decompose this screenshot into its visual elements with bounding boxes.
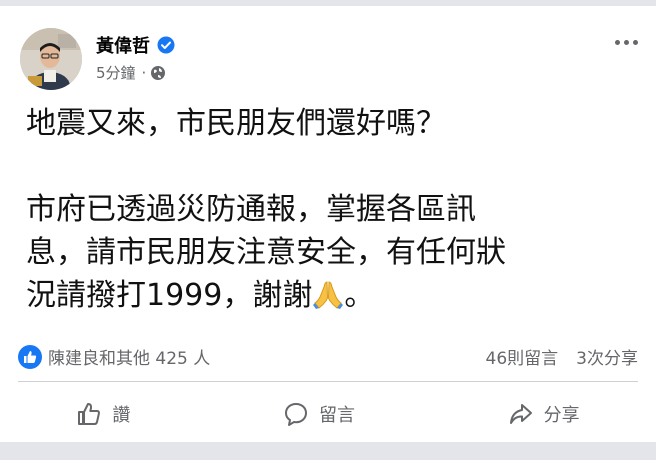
folded-hands-emoji bbox=[312, 278, 344, 309]
reactions-bar: 陳建良和其他 425 人 46則留言 3次分享 bbox=[18, 344, 638, 369]
comment-count[interactable]: 46則留言 bbox=[486, 344, 559, 369]
like-reaction-icon bbox=[18, 344, 42, 369]
post-text-line: 市府已透過災防通報，掌握各區訊 bbox=[26, 192, 476, 227]
action-bar: 讚 留言 分享 bbox=[0, 390, 656, 438]
comment-button-label: 留言 bbox=[318, 405, 355, 426]
post-body: 地震又來，市民朋友們還好嗎？ 市府已透過災防通報，掌握各區訊 息，請市民朋友注意… bbox=[26, 102, 638, 317]
post-meta: 5分鐘 · bbox=[96, 62, 166, 83]
share-button[interactable]: 分享 bbox=[494, 395, 594, 433]
more-options-icon[interactable] bbox=[615, 40, 638, 45]
thumbs-up-icon bbox=[78, 403, 101, 425]
reaction-summary[interactable]: 陳建良和其他 425 人 bbox=[18, 344, 210, 369]
author-row: 黃偉哲 bbox=[96, 32, 175, 58]
reaction-summary-text: 陳建良和其他 425 人 bbox=[48, 349, 211, 369]
avatar[interactable] bbox=[20, 28, 82, 90]
meta-separator: · bbox=[141, 63, 147, 82]
post-text-line: 地震又來，市民朋友們還好嗎？ bbox=[26, 106, 446, 141]
verified-badge-icon bbox=[157, 36, 175, 54]
post-text-segment: 。 bbox=[344, 278, 375, 313]
divider bbox=[18, 381, 638, 382]
share-button-label: 分享 bbox=[543, 405, 580, 426]
post-text-line: 息，請市民朋友注意安全，有任何狀 bbox=[26, 235, 506, 270]
post-text-segment: 況請撥打1999，謝謝 bbox=[26, 278, 313, 313]
post-card: 黃偉哲 5分鐘 · 地震又來，市民朋友們還好嗎？ 市府已透過災防通報，掌握各區訊… bbox=[0, 6, 656, 442]
globe-icon[interactable] bbox=[150, 65, 166, 81]
like-button[interactable]: 讚 bbox=[62, 395, 144, 433]
comment-bubble-icon bbox=[284, 403, 307, 426]
share-arrow-icon bbox=[509, 404, 532, 424]
avatar-image bbox=[20, 28, 82, 90]
more-dot bbox=[615, 40, 620, 45]
share-count[interactable]: 3次分享 bbox=[576, 344, 638, 369]
like-button-label: 讚 bbox=[112, 405, 131, 426]
comment-button[interactable]: 留言 bbox=[269, 395, 369, 433]
post-text-line: 況請撥打1999，謝謝 。 bbox=[26, 274, 638, 317]
more-dot bbox=[624, 40, 629, 45]
more-dot bbox=[633, 40, 638, 45]
engagement-counts: 46則留言 3次分享 bbox=[486, 344, 638, 369]
post-timestamp[interactable]: 5分鐘 bbox=[96, 62, 136, 83]
author-name[interactable]: 黃偉哲 bbox=[96, 32, 150, 58]
